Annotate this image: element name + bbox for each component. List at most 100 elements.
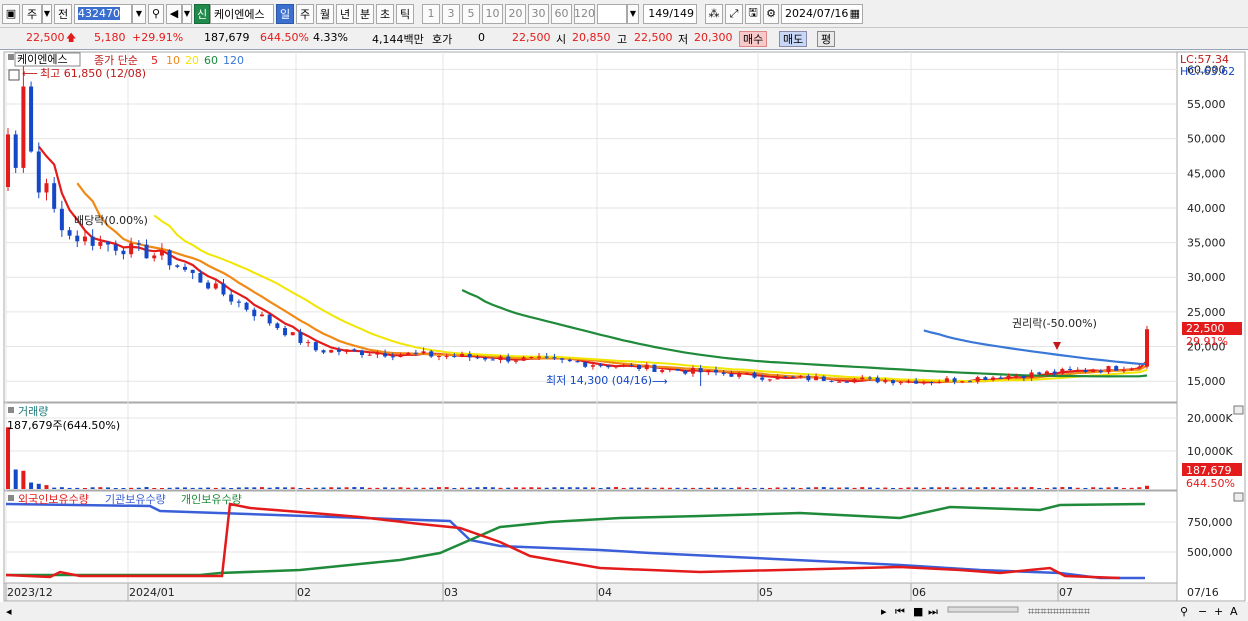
scroll-left-icon[interactable]: ◂ [6, 605, 12, 618]
prev-button[interactable]: 전 [54, 3, 72, 24]
volume-bar [1068, 487, 1073, 489]
volume-bar [1098, 487, 1103, 489]
interval-tab[interactable]: 30 [528, 3, 549, 24]
crosshair-icon[interactable]: ⤢ [725, 3, 743, 24]
volume-tag-pct: 644.50% [1186, 477, 1235, 490]
interval-tab[interactable]: 1 [422, 3, 440, 24]
eval-button[interactable]: 평 [817, 31, 836, 47]
stop-icon[interactable]: ■ [913, 605, 923, 618]
play-icon[interactable]: ▸ [881, 605, 887, 618]
code-input[interactable]: 432470 [74, 3, 132, 24]
period-tab[interactable]: 초 [376, 3, 394, 24]
stock-chart[interactable]: 60,00055,00050,00045,00040,00035,00030,0… [0, 50, 1248, 621]
candle [637, 365, 642, 369]
candle [221, 283, 226, 295]
stock-name-field[interactable]: 케이엔에스 [210, 3, 274, 24]
date-field[interactable]: 2024/07/16 ▦ [781, 3, 863, 24]
text-size-icon[interactable]: A [1230, 605, 1238, 618]
candle [544, 356, 549, 358]
volume-panel-menu-icon[interactable] [8, 407, 14, 413]
plus-icon[interactable]: + [1214, 605, 1223, 618]
interval-tab[interactable]: 10 [482, 3, 503, 24]
volume-bar [352, 487, 357, 489]
volume-bar [829, 487, 834, 489]
search-icon[interactable]: ⚲ [148, 3, 164, 24]
volume-bar [229, 487, 234, 489]
volume-bar [1145, 485, 1149, 489]
calendar-icon[interactable] [8, 69, 20, 81]
candle [906, 380, 911, 382]
forward-icon[interactable]: ⏭ [928, 605, 938, 618]
low-price: 20,300 [694, 31, 733, 44]
period-tab[interactable]: 분 [356, 3, 374, 24]
count-field[interactable]: 149/149 [643, 3, 697, 24]
candle [1137, 366, 1142, 369]
volume-bar [360, 487, 365, 489]
candle [952, 378, 957, 382]
panel-menu-icon[interactable] [8, 54, 14, 60]
volume-bar [483, 487, 488, 489]
interval-tab[interactable]: 60 [551, 3, 572, 24]
sell-button[interactable]: 매도 [779, 31, 808, 47]
volume-bar [490, 487, 495, 489]
buy-button[interactable]: 매수 [739, 31, 768, 47]
calendar-icon[interactable]: ▦ [850, 7, 860, 20]
volume-bar [244, 487, 249, 489]
holdings-panel-menu-icon[interactable] [8, 495, 14, 501]
interval-dropdown-icon[interactable]: ▼ [627, 3, 639, 24]
volume-bar [313, 487, 318, 489]
candle [283, 328, 288, 336]
speaker-dropdown-icon[interactable]: ▼ [182, 3, 192, 24]
period-tab[interactable]: 틱 [396, 3, 414, 24]
candle [975, 377, 980, 382]
code-type-select[interactable]: 주 [22, 3, 42, 24]
candle [413, 352, 418, 354]
interval-tab[interactable]: 5 [462, 3, 480, 24]
volume-bar [675, 487, 680, 489]
period-tab[interactable]: 주 [296, 3, 314, 24]
period-tab[interactable]: 일 [276, 3, 294, 24]
zoom-icon[interactable]: ⚲ [1180, 605, 1188, 618]
low-annotation: 최저 14,300 (04/16) [546, 374, 652, 387]
save-icon[interactable]: 🖫 [745, 3, 761, 24]
candle [575, 361, 580, 363]
draw-tools-icon[interactable]: ⌗⌗⌗⌗⌗⌗⌗⌗⌗⌗ [1028, 605, 1090, 618]
code-dropdown-icon[interactable]: ▼ [132, 3, 146, 24]
volume-bar [898, 487, 903, 489]
volume-bar [867, 487, 872, 489]
interval-tab[interactable]: 3 [442, 3, 460, 24]
custom-interval-input[interactable] [597, 3, 627, 24]
close-icon[interactable] [1233, 405, 1244, 415]
chevron-down-icon[interactable]: ▼ [42, 3, 52, 24]
interval-tab[interactable]: 20 [505, 3, 526, 24]
minus-icon[interactable]: − [1198, 605, 1207, 618]
price-panel [3, 51, 1178, 403]
candle [306, 342, 311, 344]
candle [783, 376, 788, 378]
period-tab[interactable]: 월 [316, 3, 334, 24]
candle [1114, 366, 1119, 371]
low-label: 저 [678, 33, 689, 46]
zoom-slider[interactable] [947, 606, 1019, 613]
volume-bar [398, 487, 403, 489]
price-change-pct: +29.91% [132, 31, 184, 44]
layout-icon[interactable]: ▣ [2, 3, 20, 24]
holdings-legend-item: 외국인보유수량 [18, 493, 89, 506]
candle [159, 250, 164, 256]
close-icon[interactable] [1233, 492, 1244, 502]
volume-bar [367, 487, 372, 489]
candle [937, 381, 942, 383]
interval-tab[interactable]: 120 [574, 3, 595, 24]
candle [837, 381, 842, 383]
rewind-icon[interactable]: ⏮ [895, 605, 905, 618]
link-icon[interactable]: ⁂ [705, 3, 723, 24]
main-toolbar: ▣ 주 ▼ 전 432470 ▼ ⚲ ◀ ▼ 신 케이엔에스 일주월년분초틱 1… [0, 0, 1248, 28]
speaker-icon[interactable]: ◀ [166, 3, 182, 24]
candle [236, 301, 241, 303]
volume-bar [1044, 487, 1049, 489]
volume-bar [837, 487, 842, 489]
gear-icon[interactable]: ⚙ [763, 3, 779, 24]
candle [113, 244, 118, 251]
period-tab[interactable]: 년 [336, 3, 354, 24]
volume-bar [1106, 487, 1111, 489]
